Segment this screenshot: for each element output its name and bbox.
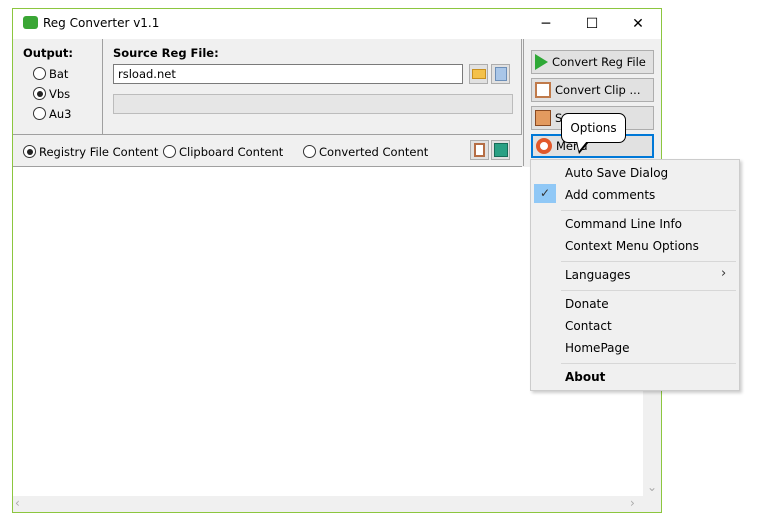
lifebuoy-icon — [536, 138, 552, 154]
clipboard-button[interactable] — [470, 140, 489, 160]
menu-separator — [561, 261, 736, 262]
menu-item-add-comments[interactable]: Add comments — [565, 188, 655, 202]
menu-separator — [561, 290, 736, 291]
menu-item-about[interactable]: About — [565, 370, 605, 384]
progress-bar — [113, 94, 513, 114]
window-title: Reg Converter v1.1 — [43, 16, 160, 30]
tooltip-tail-fill — [577, 141, 587, 151]
convert-reg-file-label: Convert Reg File — [552, 55, 646, 69]
view-registry-label: Registry File Content — [39, 145, 159, 159]
save-icon — [535, 110, 551, 126]
options-tooltip: Options — [561, 113, 626, 143]
radio-au3[interactable] — [33, 107, 46, 120]
view-converted[interactable]: Converted Content — [303, 145, 428, 159]
checkmark-icon: ✓ — [534, 184, 556, 203]
output-vbs-label: Vbs — [49, 87, 71, 101]
maximize-button[interactable]: ☐ — [569, 9, 615, 39]
clipboard-icon — [474, 143, 485, 157]
app-icon — [23, 16, 38, 29]
radio-registry[interactable] — [23, 145, 36, 158]
minimize-button[interactable]: ─ — [523, 9, 569, 39]
divider — [523, 39, 524, 166]
radio-bat[interactable] — [33, 67, 46, 80]
panel-divider — [102, 39, 103, 135]
view-converted-label: Converted Content — [319, 145, 429, 159]
convert-reg-file-button[interactable]: Convert Reg File — [531, 50, 654, 74]
play-icon — [535, 54, 548, 70]
convert-clip-button[interactable]: Convert Clip ... — [531, 78, 654, 102]
output-vbs[interactable]: Vbs — [33, 87, 70, 101]
grid-icon — [493, 143, 508, 157]
scroll-down-arrow[interactable]: ⌄ — [647, 480, 657, 494]
output-bat-label: Bat — [49, 67, 69, 81]
menu-item-languages[interactable]: Languages — [565, 268, 630, 282]
menu-item-command-line-info[interactable]: Command Line Info — [565, 217, 682, 231]
browse-folder-button[interactable] — [469, 64, 488, 84]
source-label: Source Reg File: — [113, 46, 219, 60]
output-bat[interactable]: Bat — [33, 67, 68, 81]
radio-vbs[interactable] — [33, 87, 46, 100]
view-clipboard-label: Clipboard Content — [179, 145, 284, 159]
menu-item-context-menu-options[interactable]: Context Menu Options — [565, 239, 699, 253]
menu-item-contact[interactable]: Contact — [565, 319, 612, 333]
output-au3-label: Au3 — [49, 107, 72, 121]
view-clipboard[interactable]: Clipboard Content — [163, 145, 283, 159]
menu-item-auto-save-dialog[interactable]: Auto Save Dialog — [565, 166, 668, 180]
notepad-icon — [494, 67, 507, 81]
radio-converted[interactable] — [303, 145, 316, 158]
output-au3[interactable]: Au3 — [33, 107, 71, 121]
scroll-left-arrow[interactable]: ‹ — [15, 496, 20, 510]
folder-icon — [471, 69, 486, 79]
options-menu: Auto Save Dialog ✓ Add comments Command … — [530, 159, 740, 391]
title-bar: Reg Converter v1.1 ─ ☐ ✕ — [13, 9, 661, 39]
notepad-button[interactable] — [491, 64, 510, 84]
clipboard-arrow-icon — [535, 82, 551, 98]
menu-item-donate[interactable]: Donate — [565, 297, 609, 311]
grid-button[interactable] — [491, 140, 510, 160]
submenu-arrow-icon: › — [721, 266, 727, 281]
output-label: Output: — [23, 46, 73, 60]
convert-clip-label: Convert Clip ... — [555, 83, 641, 97]
menu-separator — [561, 363, 736, 364]
options-panel — [13, 39, 522, 135]
view-registry[interactable]: Registry File Content — [23, 145, 158, 159]
menu-item-homepage[interactable]: HomePage — [565, 341, 630, 355]
radio-clipboard[interactable] — [163, 145, 176, 158]
close-button[interactable]: ✕ — [615, 9, 661, 39]
menu-separator — [561, 210, 736, 211]
source-file-input[interactable]: rsload.net — [113, 64, 463, 84]
scroll-right-arrow[interactable]: › — [630, 496, 635, 510]
horizontal-scrollbar[interactable]: ‹ › — [13, 496, 661, 512]
